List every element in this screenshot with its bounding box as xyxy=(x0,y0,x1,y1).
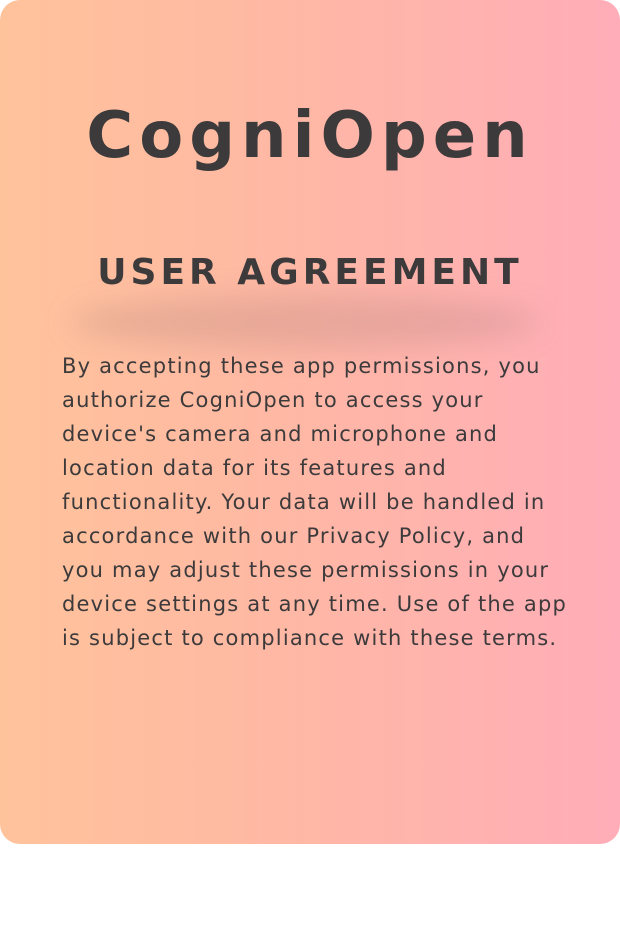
agreement-body-text: By accepting these app permissions, you … xyxy=(62,354,568,650)
agreement-card: CogniOpen USER AGREEMENT By accepting th… xyxy=(0,0,620,844)
heading-shadow-decoration xyxy=(70,296,540,348)
app-title: CogniOpen xyxy=(86,99,534,173)
agreement-heading: USER AGREEMENT xyxy=(97,252,523,293)
